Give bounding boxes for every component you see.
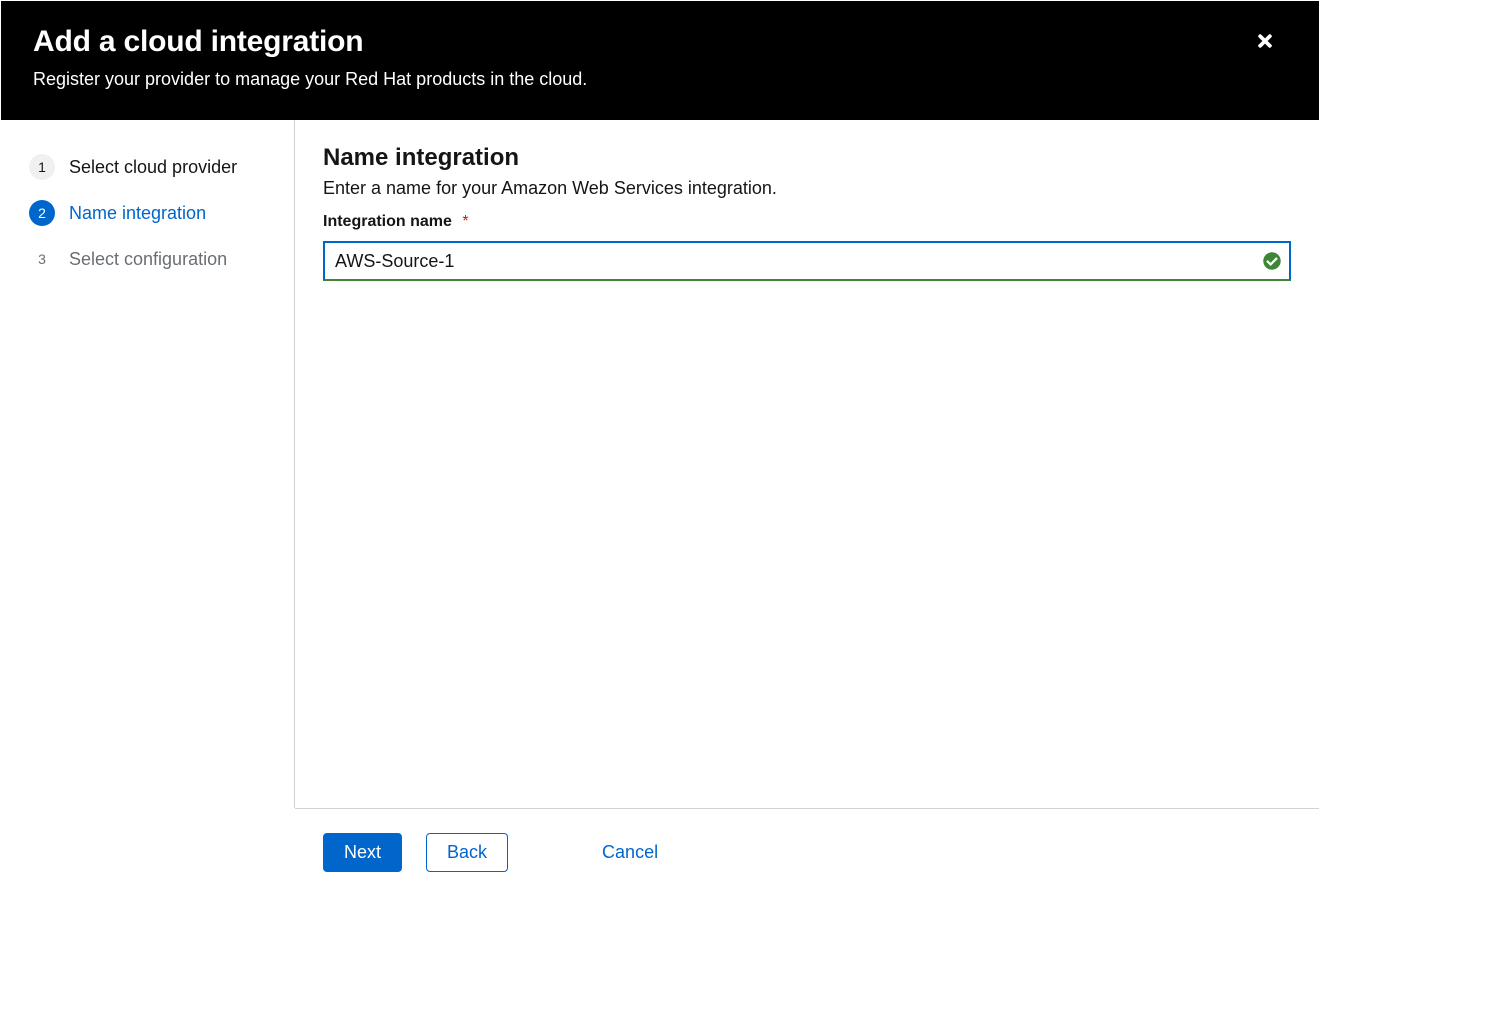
modal-header: Add a cloud integration Register your pr… xyxy=(1,1,1319,120)
page-subheading: Enter a name for your Amazon Web Service… xyxy=(323,178,1291,199)
modal-body: 1 Select cloud provider 2 Name integrati… xyxy=(1,120,1319,808)
wizard-step-select-configuration[interactable]: 3 Select configuration xyxy=(29,236,274,282)
wizard-main: Name integration Enter a name for your A… xyxy=(295,120,1319,808)
close-icon xyxy=(1255,38,1275,55)
modal-description: Register your provider to manage your Re… xyxy=(33,69,1287,90)
wizard-nav: 1 Select cloud provider 2 Name integrati… xyxy=(1,120,295,808)
field-label-text: Integration name xyxy=(323,213,452,230)
next-button[interactable]: Next xyxy=(323,833,402,872)
step-number-badge: 3 xyxy=(29,246,55,272)
modal-footer: Next Back Cancel xyxy=(295,808,1319,896)
back-button[interactable]: Back xyxy=(426,833,508,872)
modal-title: Add a cloud integration xyxy=(33,25,1287,59)
integration-name-input[interactable] xyxy=(323,241,1291,281)
step-label: Select cloud provider xyxy=(69,157,237,178)
wizard-step-select-cloud-provider[interactable]: 1 Select cloud provider xyxy=(29,144,274,190)
page-heading: Name integration xyxy=(323,144,1291,172)
cancel-button[interactable]: Cancel xyxy=(592,834,668,871)
check-circle-icon xyxy=(1263,252,1281,270)
step-number-badge: 1 xyxy=(29,154,55,180)
wizard-step-name-integration[interactable]: 2 Name integration xyxy=(29,190,274,236)
integration-name-input-wrap xyxy=(323,241,1291,281)
step-label: Name integration xyxy=(69,203,206,224)
integration-name-label: Integration name * xyxy=(323,213,1291,231)
step-number-badge: 2 xyxy=(29,200,55,226)
required-marker: * xyxy=(462,213,468,230)
add-cloud-integration-modal: Add a cloud integration Register your pr… xyxy=(0,0,1320,897)
close-button[interactable] xyxy=(1255,31,1279,55)
step-label: Select configuration xyxy=(69,249,227,270)
